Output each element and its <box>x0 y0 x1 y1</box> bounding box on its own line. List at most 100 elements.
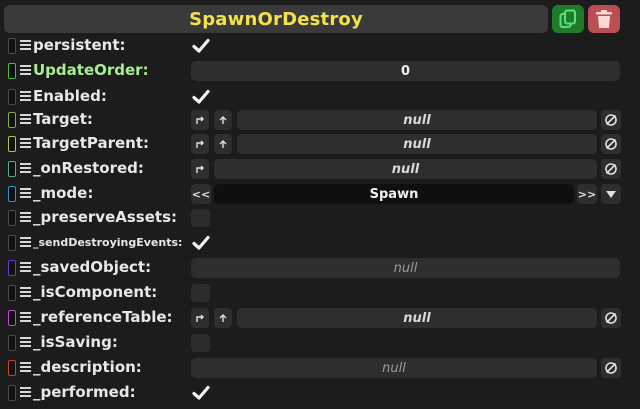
type-color-chip <box>8 89 16 105</box>
drag-handle-icon[interactable] <box>20 287 31 299</box>
field-row: persistent: <box>0 34 640 58</box>
field-row: _performed: <box>0 381 640 405</box>
enum-dropdown-button[interactable] <box>601 184 621 204</box>
type-color-chip <box>8 335 16 351</box>
component-title: SpawnOrDestroy <box>189 8 363 30</box>
field-label: _preserveAssets: <box>33 208 177 226</box>
drag-handle-icon[interactable] <box>20 163 31 175</box>
pick-reference-button[interactable] <box>191 159 209 179</box>
type-color-chip <box>8 136 16 152</box>
null-icon <box>605 114 617 126</box>
enum-value[interactable]: Spawn <box>214 184 574 204</box>
enum-next-button[interactable]: >> <box>577 184 597 204</box>
checkbox-unchecked[interactable] <box>191 334 210 352</box>
pick-reference-button[interactable] <box>191 134 209 154</box>
drag-handle-icon[interactable] <box>20 337 31 349</box>
type-color-chip <box>8 260 16 276</box>
field-label: _isComponent: <box>33 283 158 301</box>
field-label: _description: <box>33 358 142 376</box>
field-row: _savedObject: null <box>0 256 640 280</box>
type-color-chip <box>8 235 16 251</box>
drag-handle-icon[interactable] <box>20 138 31 150</box>
reference-field[interactable]: null <box>237 308 597 328</box>
reference-field[interactable]: null <box>214 159 597 179</box>
field-label: persistent: <box>33 36 126 54</box>
clear-reference-button[interactable] <box>601 134 621 154</box>
checkbox-unchecked[interactable] <box>191 284 210 302</box>
component-header: SpawnOrDestroy <box>4 5 548 33</box>
field-row: _isComponent: <box>0 281 640 305</box>
drag-handle-icon[interactable] <box>20 312 31 324</box>
field-row: _description: null <box>0 356 640 380</box>
field-row: _mode: << Spawn >> <box>0 182 640 206</box>
type-color-chip <box>8 360 16 376</box>
object-field[interactable]: null <box>191 258 620 278</box>
field-label: Enabled: <box>33 87 107 105</box>
field-label: _savedObject: <box>33 258 152 276</box>
type-color-chip <box>8 210 16 226</box>
field-label: _performed: <box>33 383 136 401</box>
select-parent-button[interactable] <box>214 308 232 328</box>
checkbox-checked[interactable] <box>191 233 211 253</box>
field-label: Target: <box>33 110 93 128</box>
checkbox-checked[interactable] <box>191 36 211 56</box>
field-label: _mode: <box>33 184 94 202</box>
type-color-chip <box>8 285 16 301</box>
clear-reference-button[interactable] <box>601 308 621 328</box>
field-label: _isSaving: <box>33 333 118 351</box>
field-row: _sendDestroyingEvents: <box>0 231 640 255</box>
drag-handle-icon[interactable] <box>20 91 31 103</box>
number-input[interactable]: 0 <box>191 61 620 81</box>
drag-handle-icon[interactable] <box>20 237 31 249</box>
drag-handle-icon[interactable] <box>20 40 31 52</box>
delete-button[interactable] <box>588 5 620 33</box>
trash-icon <box>596 10 612 28</box>
drag-handle-icon[interactable] <box>20 362 31 374</box>
type-color-chip <box>8 186 16 202</box>
checkbox-unchecked[interactable] <box>191 209 210 227</box>
enum-prev-button[interactable]: << <box>191 184 211 204</box>
drag-handle-icon[interactable] <box>20 114 31 126</box>
field-row: TargetParent: null <box>0 132 640 156</box>
pick-reference-button[interactable] <box>191 308 209 328</box>
checkbox-checked[interactable] <box>191 383 211 403</box>
type-color-chip <box>8 112 16 128</box>
field-row: Enabled: <box>0 85 640 109</box>
type-color-chip <box>8 385 16 401</box>
null-icon <box>605 312 617 324</box>
text-field[interactable]: null <box>191 358 597 378</box>
drag-handle-icon[interactable] <box>20 188 31 200</box>
drag-handle-icon[interactable] <box>20 212 31 224</box>
pick-reference-button[interactable] <box>191 110 209 130</box>
field-label: UpdateOrder: <box>33 61 149 79</box>
field-row: UpdateOrder: 0 <box>0 59 640 83</box>
select-parent-button[interactable] <box>214 110 232 130</box>
field-row: _preserveAssets: <box>0 206 640 230</box>
reference-field[interactable]: null <box>237 110 597 130</box>
clear-reference-button[interactable] <box>601 159 621 179</box>
drag-handle-icon[interactable] <box>20 65 31 77</box>
checkbox-checked[interactable] <box>191 87 211 107</box>
type-color-chip <box>8 63 16 79</box>
field-row: _onRestored: null <box>0 157 640 181</box>
field-row: _referenceTable: null <box>0 306 640 330</box>
drag-handle-icon[interactable] <box>20 262 31 274</box>
type-color-chip <box>8 310 16 326</box>
reference-field[interactable]: null <box>237 134 597 154</box>
null-icon <box>605 163 617 175</box>
field-row: _isSaving: <box>0 331 640 355</box>
type-color-chip <box>8 38 16 54</box>
chevron-down-icon <box>606 191 616 198</box>
field-label: TargetParent: <box>33 134 150 152</box>
drag-handle-icon[interactable] <box>20 387 31 399</box>
clear-reference-button[interactable] <box>601 110 621 130</box>
field-label: _sendDestroyingEvents: <box>33 236 183 249</box>
field-label: _onRestored: <box>33 159 144 177</box>
copy-icon <box>559 9 576 28</box>
null-icon <box>605 138 617 150</box>
select-parent-button[interactable] <box>214 134 232 154</box>
field-row: Target: null <box>0 108 640 132</box>
clear-text-button[interactable] <box>601 358 621 378</box>
copy-button[interactable] <box>552 5 584 33</box>
type-color-chip <box>8 161 16 177</box>
